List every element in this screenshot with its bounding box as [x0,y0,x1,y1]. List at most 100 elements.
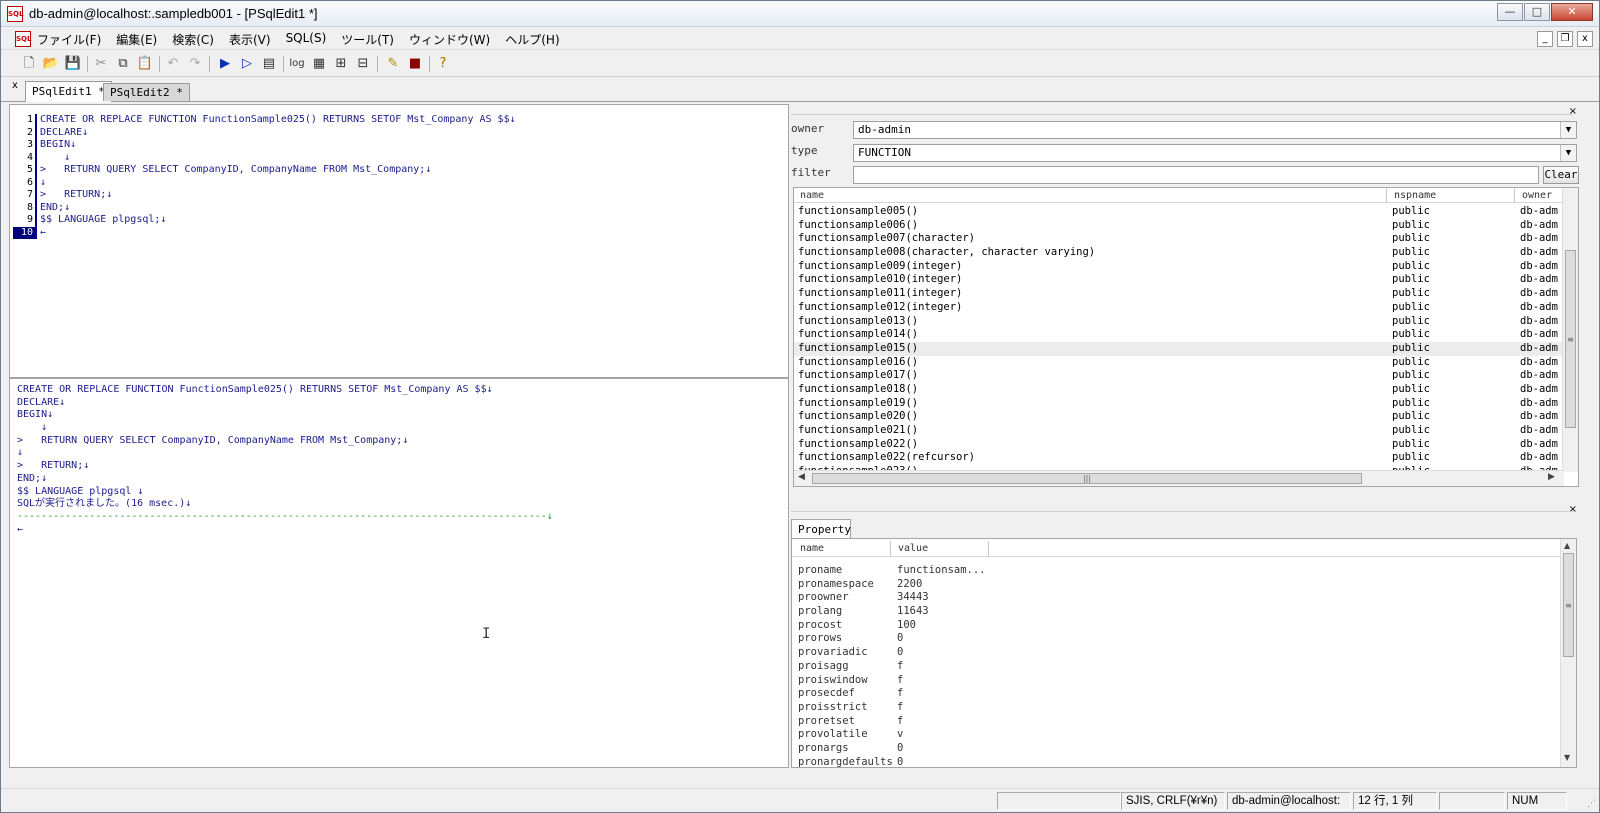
tab-psqledit2[interactable]: PSqlEdit2 * [103,83,190,101]
panel-close-icon[interactable]: × [1569,106,1577,117]
column-header-name[interactable]: name [800,189,824,202]
table-row[interactable]: functionsample014() public db-adm [794,328,1564,342]
paste-icon[interactable]: 📋 [135,54,155,74]
cut-icon[interactable]: ✂ [91,54,111,74]
new-file-icon[interactable]: 🗋 [19,54,39,74]
redo-icon[interactable]: ↷ [185,54,205,74]
property-close-icon[interactable]: × [1569,504,1577,515]
column-divider[interactable] [988,541,989,557]
scroll-thumb[interactable]: ||| [812,473,1362,484]
table-row[interactable]: functionsample007(character) public db-adm [794,232,1564,246]
type-select[interactable]: FUNCTION ▼ [853,144,1577,162]
function-list[interactable]: name nspname owner functionsample005() pu… [793,187,1579,487]
title-bar[interactable]: SQL db-admin@localhost:.sampledb001 - [P… [1,1,1599,27]
tab-psqledit1[interactable]: PSqlEdit1 * [25,81,112,102]
property-row[interactable]: pronargs 0 [792,742,1552,756]
table-row[interactable]: functionsample010(integer) public db-adm [794,273,1564,287]
table-row[interactable]: functionsample012(integer) public db-adm [794,301,1564,315]
column-divider[interactable] [1386,188,1387,203]
grid-icon[interactable]: ▦ [309,54,329,74]
save-icon[interactable]: 💾 [63,54,83,74]
help-icon[interactable]: ? [433,54,453,74]
table-row[interactable]: functionsample022() public db-adm [794,438,1564,452]
scroll-down-icon[interactable]: ▼ [1564,753,1570,762]
chevron-down-icon[interactable]: ▼ [1560,122,1576,138]
menu-window[interactable]: ウィンドウ(W) [409,31,490,48]
clear-button[interactable]: Clear [1543,166,1579,184]
execute-step-icon[interactable]: ▷ [237,54,257,74]
explain-icon[interactable]: ▤ [259,54,279,74]
property-row[interactable]: pronamespace 2200 [792,578,1552,592]
table-row[interactable]: functionsample016() public db-adm [794,356,1564,370]
scroll-right-icon[interactable]: ▶ [1548,472,1555,482]
tabs-close-icon[interactable]: x [12,80,18,91]
tab-property[interactable]: Property [791,519,851,539]
output-pane[interactable]: CREATE OR REPLACE FUNCTION FunctionSampl… [9,378,789,768]
menu-search[interactable]: 検索(C) [172,31,214,48]
menu-edit[interactable]: 編集(E) [116,31,157,48]
table-row[interactable]: functionsample022(refcursor) public db-adm [794,451,1564,465]
table-row[interactable]: functionsample005() public db-adm [794,205,1564,219]
vertical-scrollbar[interactable]: ▲ ≡ ▼ [1560,539,1576,767]
column-header-owner[interactable]: owner [1522,189,1552,202]
property-row[interactable]: proowner 34443 [792,591,1552,605]
horizontal-scrollbar[interactable]: ◀ ||| ▶ [794,470,1564,486]
pencil-icon[interactable]: ✎ [383,54,403,74]
table-row[interactable]: functionsample013() public db-adm [794,315,1564,329]
mdi-minimize-button[interactable]: _ [1537,31,1553,47]
property-row[interactable]: proiswindow f [792,674,1552,688]
table-row[interactable]: functionsample021() public db-adm [794,424,1564,438]
filter-input[interactable] [853,166,1539,184]
column-divider[interactable] [890,541,891,557]
table-row[interactable]: functionsample017() public db-adm [794,369,1564,383]
menu-tools[interactable]: ツール(T) [341,31,394,48]
scroll-left-icon[interactable]: ◀ [798,472,805,482]
table-row[interactable]: functionsample011(integer) public db-adm [794,287,1564,301]
column-divider[interactable] [1514,188,1515,203]
table-row[interactable]: functionsample009(integer) public db-adm [794,260,1564,274]
menu-sql[interactable]: SQL(S) [286,31,327,48]
document-icon[interactable]: SQL [15,31,31,47]
property-row[interactable]: prolang 11643 [792,605,1552,619]
column-header-value[interactable]: value [898,543,928,554]
mdi-restore-button[interactable]: ❐ [1557,31,1573,47]
menu-view[interactable]: 表示(V) [229,31,271,48]
property-row[interactable]: pronargdefaults 0 [792,756,1552,767]
property-row[interactable]: provolatile v [792,728,1552,742]
property-row[interactable]: prosecdef f [792,687,1552,701]
menu-file[interactable]: ファイル(F) [37,31,101,48]
scroll-thumb[interactable]: ≡ [1565,250,1576,428]
property-grid[interactable]: name value proname functionsam... pronames… [791,538,1577,768]
resize-grip-icon[interactable]: ⋰ [1587,799,1596,809]
property-row[interactable]: proisstrict f [792,701,1552,715]
vertical-scrollbar[interactable]: ≡ [1562,188,1578,472]
chevron-down-icon[interactable]: ▼ [1560,145,1576,161]
table-row[interactable]: functionsample015() public db-adm [794,341,1564,356]
maximize-button[interactable]: □ [1524,3,1550,21]
menu-help[interactable]: ヘルプ(H) [505,31,559,48]
minimize-button[interactable]: — [1497,3,1523,21]
sql-editor[interactable]: 1 2 3 4 5 6 7 8 9 10 CREATE OR REPLACE F… [9,104,789,378]
scroll-up-icon[interactable]: ▲ [1564,541,1570,550]
column-header-name[interactable]: name [800,543,824,554]
log-button[interactable]: log [287,54,307,74]
open-folder-icon[interactable]: 📂 [41,54,61,74]
copy-icon[interactable]: ⧉ [113,54,133,74]
execute-icon[interactable]: ▶ [215,54,235,74]
undo-icon[interactable]: ↶ [163,54,183,74]
table-row[interactable]: functionsample008(character, character v… [794,246,1564,260]
property-row[interactable]: proisagg f [792,660,1552,674]
table-row[interactable]: functionsample006() public db-adm [794,219,1564,233]
table-row[interactable]: functionsample018() public db-adm [794,383,1564,397]
property-row[interactable]: proretset f [792,715,1552,729]
book-icon[interactable]: ■ [405,54,425,74]
table-edit-icon[interactable]: ⊟ [353,54,373,74]
close-button[interactable]: ✕ [1551,3,1593,21]
table-row[interactable]: functionsample019() public db-adm [794,397,1564,411]
mdi-close-button[interactable]: x [1577,31,1593,47]
owner-select[interactable]: db-admin ▼ [853,121,1577,139]
scroll-thumb[interactable]: ≡ [1563,553,1574,657]
table-row[interactable]: functionsample020() public db-adm [794,410,1564,424]
property-row[interactable]: provariadic 0 [792,646,1552,660]
property-row[interactable]: procost 100 [792,619,1552,633]
